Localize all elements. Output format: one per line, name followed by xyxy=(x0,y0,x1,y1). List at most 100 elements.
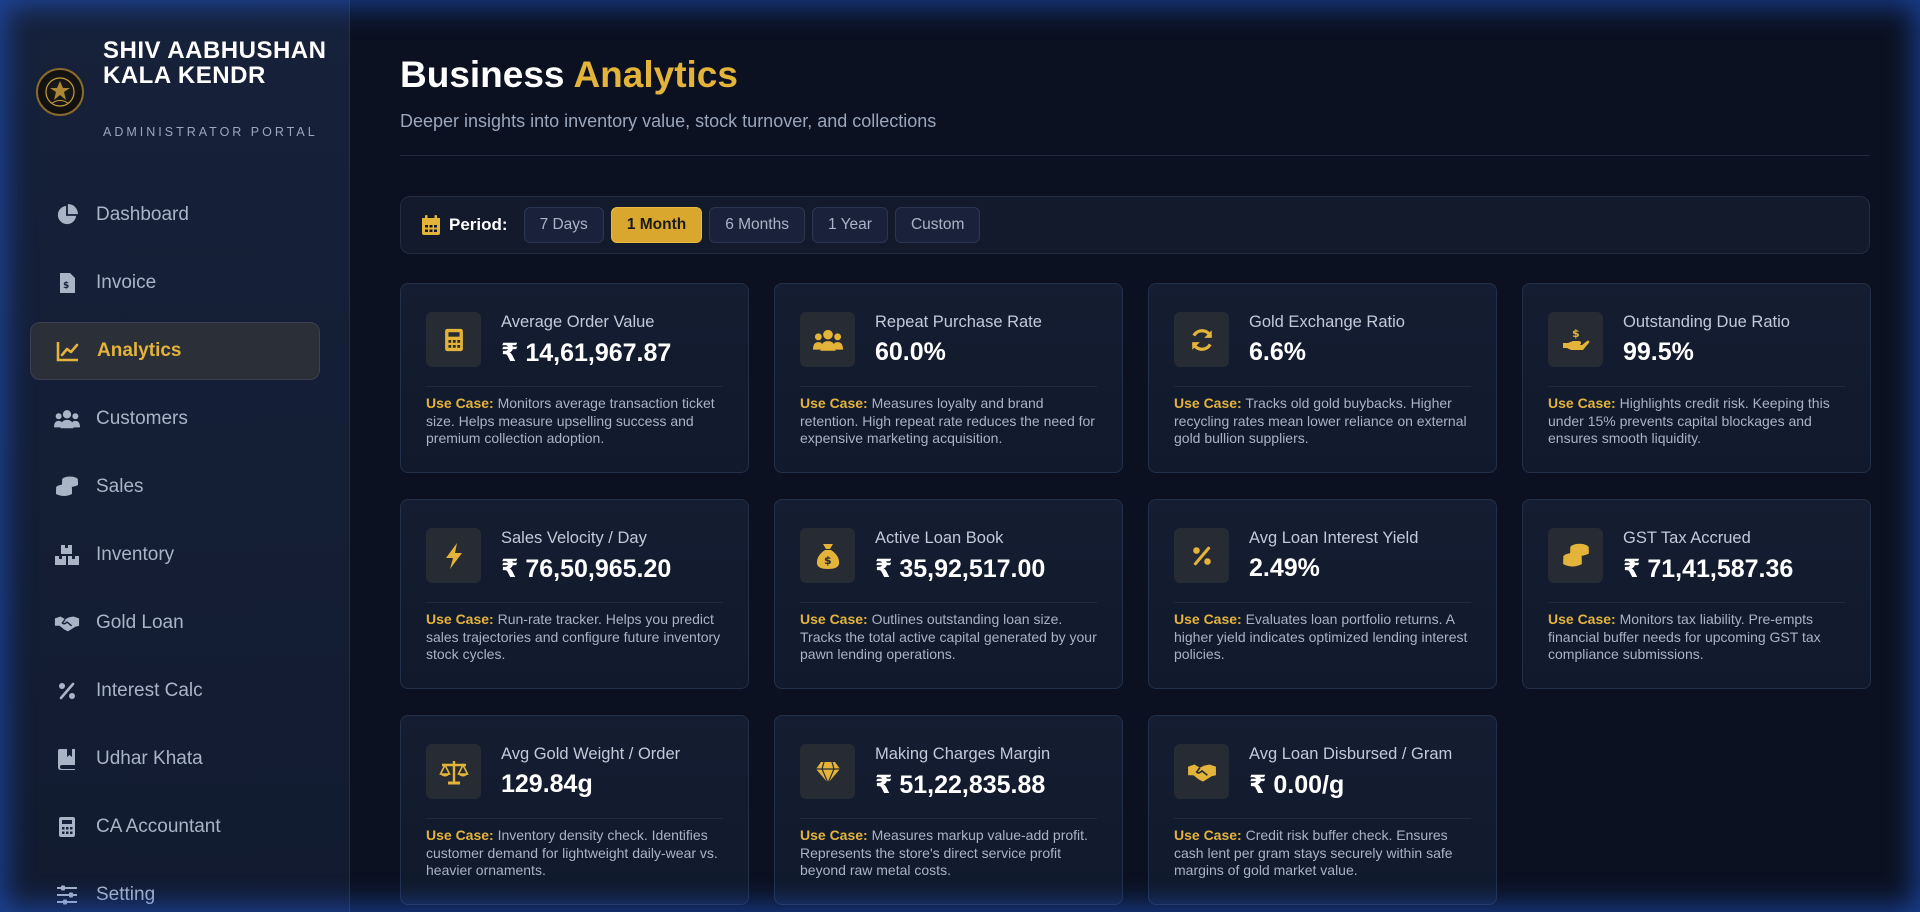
use-case-label: Use Case: xyxy=(800,395,868,411)
card-divider xyxy=(1174,818,1471,819)
metric-value: ₹ 0.00/g xyxy=(1249,771,1345,799)
metric-description: Use Case: Measures markup value-add prof… xyxy=(800,827,1100,880)
card-divider xyxy=(1174,602,1471,603)
sidebar-item-customers[interactable]: Customers xyxy=(30,390,320,448)
period-7-days-button[interactable]: 7 Days xyxy=(523,207,604,243)
metric-description: Use Case: Monitors average transaction t… xyxy=(426,395,726,448)
card-divider xyxy=(426,818,723,819)
brand-subtitle: ADMINISTRATOR PORTAL xyxy=(103,125,318,139)
page-title-accent: Analytics xyxy=(573,54,738,95)
card-divider xyxy=(426,602,723,603)
sidebar-nav: Dashboard $ Invoice Analytics Customers … xyxy=(30,186,320,912)
sliders-icon xyxy=(54,882,80,908)
use-case-label: Use Case: xyxy=(1548,395,1616,411)
money-bag-icon: $ xyxy=(800,528,855,583)
sidebar-item-ca-accountant[interactable]: CA Accountant xyxy=(30,798,320,856)
metric-value: ₹ 14,61,967.87 xyxy=(501,339,672,367)
invoice-icon: $ xyxy=(54,270,80,296)
sidebar-item-interest-calc[interactable]: Interest Calc xyxy=(30,662,320,720)
hand-money-icon: $ xyxy=(1548,312,1603,367)
metric-label: Avg Loan Disbursed / Gram xyxy=(1249,745,1453,763)
metric-label: Outstanding Due Ratio xyxy=(1623,313,1790,331)
metric-card-gold-exchange-ratio: Gold Exchange Ratio 6.6% Use Case: Track… xyxy=(1148,283,1497,473)
metric-description: Use Case: Evaluates loan portfolio retur… xyxy=(1174,611,1474,664)
metric-card-avg-gold-weight: Avg Gold Weight / Order 129.84g Use Case… xyxy=(400,715,749,905)
metric-label: Sales Velocity / Day xyxy=(501,529,647,547)
sidebar-item-analytics[interactable]: Analytics xyxy=(30,322,320,380)
bolt-icon xyxy=(426,528,481,583)
card-divider xyxy=(1548,602,1845,603)
use-case-label: Use Case: xyxy=(426,611,494,627)
sidebar-item-label: Invoice xyxy=(96,272,157,293)
metric-card-gst-tax-accrued: GST Tax Accrued ₹ 71,41,587.36 Use Case:… xyxy=(1522,499,1871,689)
metric-description: Use Case: Measures loyalty and brand ret… xyxy=(800,395,1100,448)
pie-chart-icon xyxy=(54,202,80,228)
coins-icon xyxy=(54,474,80,500)
sidebar-item-inventory[interactable]: Inventory xyxy=(30,526,320,584)
metric-label: Making Charges Margin xyxy=(875,745,1051,763)
brand-name: SHIV AABHUSHAN KALA KENDR xyxy=(103,37,327,89)
page-title: Business Analytics xyxy=(400,54,738,96)
metric-card-average-order-value: Average Order Value ₹ 14,61,967.87 Use C… xyxy=(400,283,749,473)
calculator-icon xyxy=(426,312,481,367)
card-divider xyxy=(1174,386,1471,387)
gem-icon xyxy=(800,744,855,799)
coins-icon xyxy=(1548,528,1603,583)
metric-value: ₹ 51,22,835.88 xyxy=(875,771,1046,799)
metric-card-active-loan-book: $ Active Loan Book ₹ 35,92,517.00 Use Ca… xyxy=(774,499,1123,689)
metric-description: Use Case: Outlines outstanding loan size… xyxy=(800,611,1100,664)
metric-label: Gold Exchange Ratio xyxy=(1249,313,1405,331)
sidebar: SHIV AABHUSHAN KALA KENDR ADMINISTRATOR … xyxy=(0,0,350,912)
metric-value: 6.6% xyxy=(1249,338,1306,366)
metric-value: ₹ 76,50,965.20 xyxy=(501,555,672,583)
line-chart-icon xyxy=(55,338,81,364)
card-divider xyxy=(426,386,723,387)
sidebar-item-label: Sales xyxy=(96,476,144,497)
sidebar-item-label: Dashboard xyxy=(96,204,189,225)
metric-value: 99.5% xyxy=(1623,338,1694,366)
users-icon xyxy=(800,312,855,367)
period-1-year-button[interactable]: 1 Year xyxy=(811,207,888,243)
metric-value: 60.0% xyxy=(875,338,946,366)
period-custom-button[interactable]: Custom xyxy=(894,207,981,243)
percent-icon xyxy=(1174,528,1229,583)
metric-label: Avg Loan Interest Yield xyxy=(1249,529,1419,547)
percent-icon xyxy=(54,678,80,704)
metric-label: Repeat Purchase Rate xyxy=(875,313,1042,331)
metric-card-avg-loan-disbursed: Avg Loan Disbursed / Gram ₹ 0.00/g Use C… xyxy=(1148,715,1497,905)
sidebar-item-invoice[interactable]: $ Invoice xyxy=(30,254,320,312)
boxes-icon xyxy=(54,542,80,568)
use-case-label: Use Case: xyxy=(426,827,494,843)
period-6-months-button[interactable]: 6 Months xyxy=(709,207,805,243)
sidebar-item-setting[interactable]: Setting xyxy=(30,866,320,912)
sidebar-item-label: Customers xyxy=(96,408,188,429)
sidebar-item-label: Analytics xyxy=(97,340,182,361)
sidebar-item-dashboard[interactable]: Dashboard xyxy=(30,186,320,244)
metric-card-sales-velocity: Sales Velocity / Day ₹ 76,50,965.20 Use … xyxy=(400,499,749,689)
metric-label: Average Order Value xyxy=(501,313,655,331)
sidebar-item-gold-loan[interactable]: Gold Loan xyxy=(30,594,320,652)
metric-label: GST Tax Accrued xyxy=(1623,529,1751,547)
sidebar-item-udhar-khata[interactable]: Udhar Khata xyxy=(30,730,320,788)
sidebar-item-sales[interactable]: Sales xyxy=(30,458,320,516)
page-subtitle: Deeper insights into inventory value, st… xyxy=(400,111,937,131)
users-icon xyxy=(54,406,80,432)
book-icon xyxy=(54,746,80,772)
header-divider xyxy=(400,155,1870,156)
brand: SHIV AABHUSHAN KALA KENDR ADMINISTRATOR … xyxy=(34,38,344,148)
metric-value: ₹ 71,41,587.36 xyxy=(1623,555,1794,583)
metric-value: ₹ 35,92,517.00 xyxy=(875,555,1046,583)
metric-card-making-charges-margin: Making Charges Margin ₹ 51,22,835.88 Use… xyxy=(774,715,1123,905)
sidebar-item-label: Setting xyxy=(96,884,156,905)
page-title-main: Business xyxy=(400,54,565,95)
main-content: Business Analytics Deeper insights into … xyxy=(400,0,1871,912)
metric-card-avg-loan-interest-yield: Avg Loan Interest Yield 2.49% Use Case: … xyxy=(1148,499,1497,689)
card-divider xyxy=(800,818,1097,819)
period-label: Period: xyxy=(449,215,508,234)
sidebar-item-label: CA Accountant xyxy=(96,816,221,837)
handshake-icon xyxy=(54,610,80,636)
use-case-label: Use Case: xyxy=(1174,395,1242,411)
svg-text:$: $ xyxy=(1572,327,1580,340)
period-1-month-button[interactable]: 1 Month xyxy=(610,207,703,243)
use-case-label: Use Case: xyxy=(1174,827,1242,843)
